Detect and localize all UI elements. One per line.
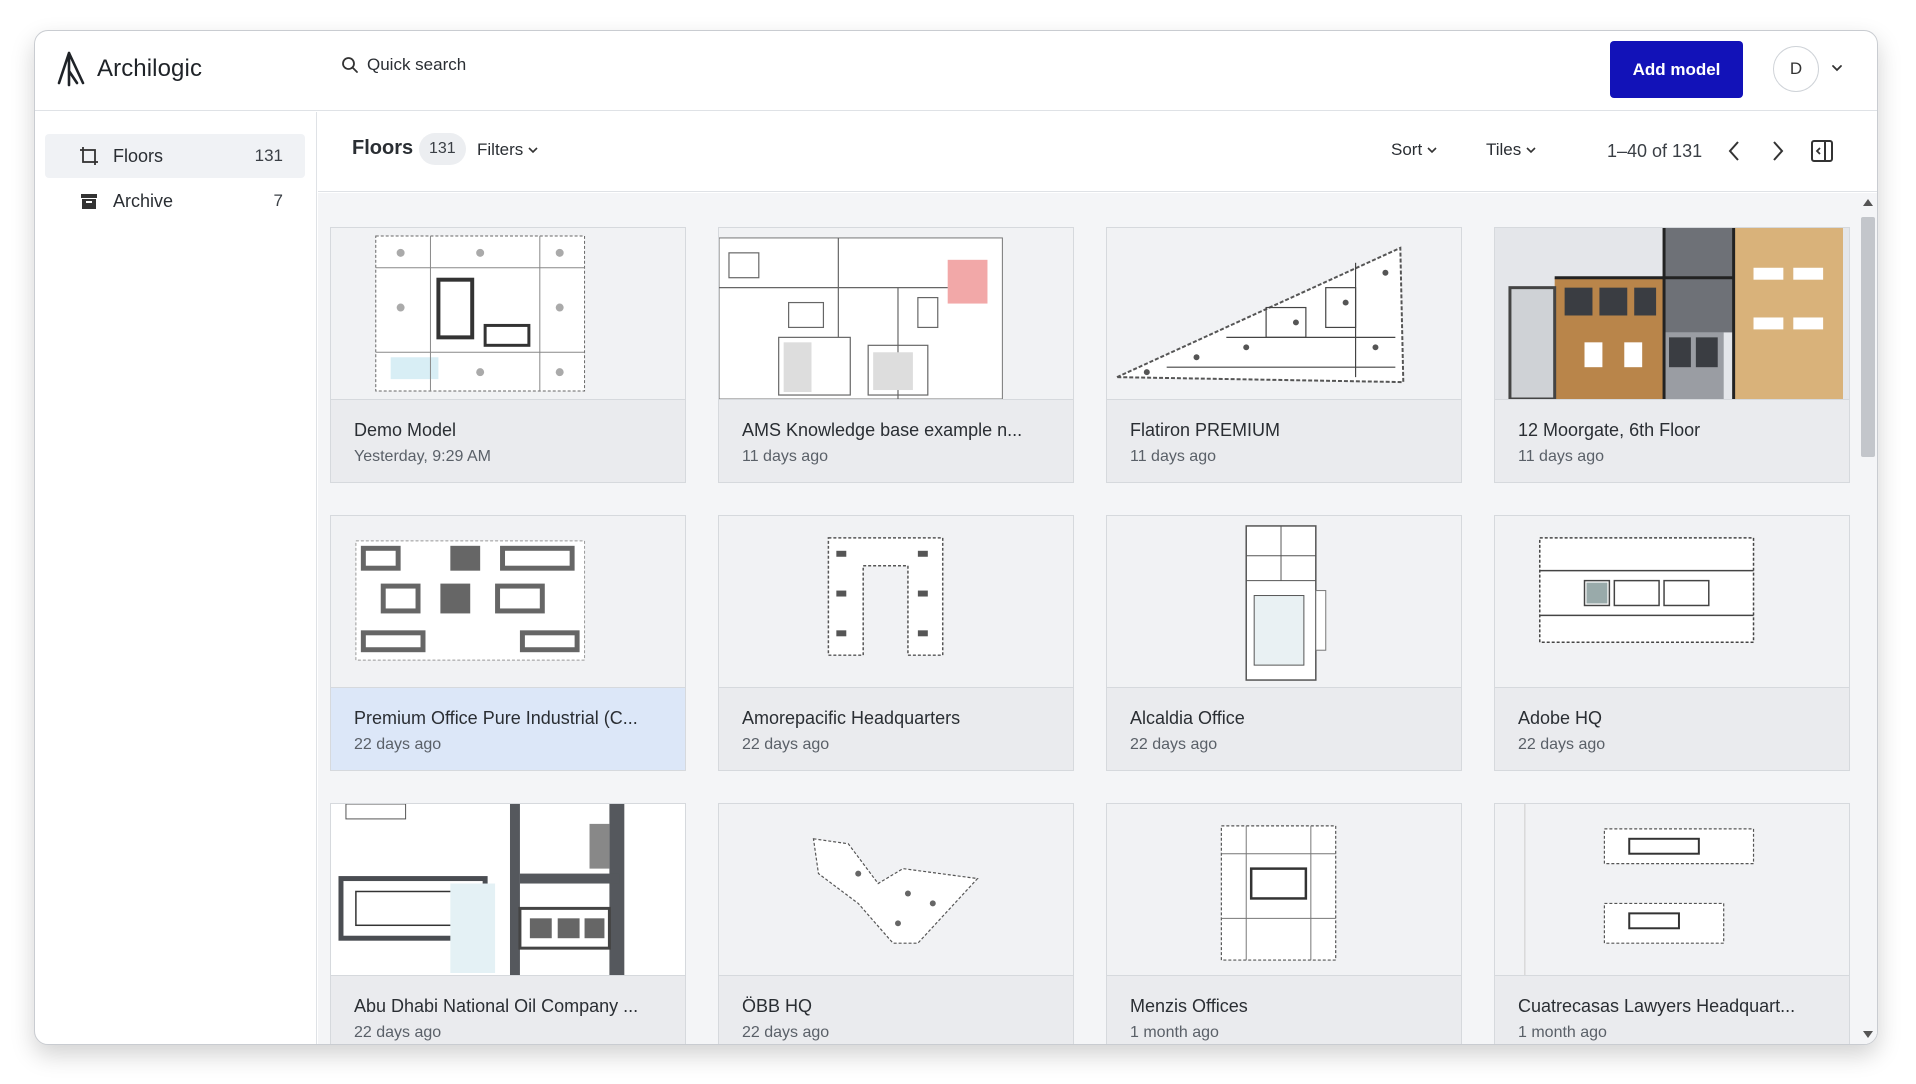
card-date: 11 days ago	[742, 448, 828, 465]
pagination-range: 1–40 of 131	[1607, 141, 1703, 161]
sort-dropdown[interactable]: Sort	[1391, 140, 1438, 160]
chevron-down-icon[interactable]	[1830, 61, 1844, 75]
card-title: Abu Dhabi National Oil Company ...	[354, 996, 639, 1016]
card-date: 11 days ago	[1518, 448, 1604, 465]
chevron-left-icon	[1728, 141, 1739, 161]
search-icon	[342, 57, 358, 73]
model-card[interactable]: 12 Moorgate, 6th Floor 11 days ago	[1494, 227, 1850, 483]
archilogic-logo-icon	[57, 51, 85, 87]
model-card[interactable]: Premium Office Pure Industrial (C... 22 d…	[330, 515, 686, 771]
card-title: 12 Moorgate, 6th Floor	[1518, 420, 1701, 440]
filters-dropdown[interactable]: Filters	[477, 140, 539, 160]
floor-plan-thumbnail	[331, 516, 685, 688]
floor-plan-thumbnail	[719, 228, 1073, 400]
sidebar: Floors 131 Archive 7	[35, 112, 317, 1044]
card-title: AMS Knowledge base example n...	[742, 420, 1023, 440]
view-mode-label: Tiles	[1486, 140, 1522, 159]
model-card[interactable]: ÖBB HQ 22 days ago	[718, 803, 1074, 1044]
chevron-down-icon	[1427, 147, 1437, 154]
sidebar-item-floors[interactable]: Floors 131	[45, 134, 305, 178]
page-title: Floors	[352, 137, 414, 159]
model-card[interactable]: Flatiron PREMIUM 11 days ago	[1106, 227, 1462, 483]
floor-plan-thumbnail	[331, 228, 685, 400]
previous-page-button[interactable]	[1719, 134, 1749, 168]
card-title: Flatiron PREMIUM	[1130, 420, 1281, 440]
card-date: 22 days ago	[354, 736, 442, 753]
model-card[interactable]: Alcaldia Office 22 days ago	[1106, 515, 1462, 771]
logo[interactable]: Archilogic	[57, 51, 202, 87]
quick-search[interactable]: Quick search	[341, 55, 466, 75]
card-title: Adobe HQ	[1518, 708, 1603, 728]
card-title: ÖBB HQ	[742, 996, 813, 1016]
card-title: Cuatrecasas Lawyers Headquart...	[1518, 996, 1796, 1016]
model-card[interactable]: Adobe HQ 22 days ago	[1494, 515, 1850, 771]
model-card[interactable]: Cuatrecasas Lawyers Headquart... 1 month …	[1494, 803, 1850, 1044]
model-card[interactable]: Amorepacific Headquarters 22 days ago	[718, 515, 1074, 771]
add-model-button[interactable]: Add model	[1610, 41, 1743, 98]
card-date: 22 days ago	[742, 736, 830, 753]
card-date: 22 days ago	[1518, 736, 1606, 753]
chevron-down-icon	[1526, 147, 1536, 154]
avatar[interactable]: D	[1773, 46, 1819, 92]
card-date: 1 month ago	[1518, 1024, 1607, 1041]
card-title: Amorepacific Headquarters	[742, 708, 961, 728]
card-date: 22 days ago	[354, 1024, 442, 1041]
floor-plan-thumbnail	[719, 804, 1073, 976]
scrollbar[interactable]	[1857, 193, 1877, 1044]
scroll-down-arrow-icon[interactable]	[1862, 1030, 1874, 1040]
floor-plan-thumbnail	[719, 516, 1073, 688]
app-window: Archilogic Quick search Add model D Floo…	[34, 30, 1878, 1045]
floor-plan-thumbnail	[1107, 228, 1461, 400]
card-title: Demo Model	[354, 420, 457, 440]
chevron-right-icon	[1773, 141, 1784, 161]
card-date: 11 days ago	[1130, 448, 1216, 465]
sidebar-item-label: Floors	[113, 145, 164, 166]
main-area: Floors 131 Filters Sort Tiles 1–40 of 13…	[318, 112, 1877, 1044]
floor-plan-thumbnail	[1495, 804, 1849, 976]
app-name: Archilogic	[97, 55, 203, 82]
filters-label: Filters	[477, 140, 524, 159]
scrollbar-thumb[interactable]	[1861, 217, 1875, 457]
floor-icon	[80, 147, 98, 165]
floor-plan-thumbnail	[1495, 516, 1849, 688]
count-badge: 131	[419, 133, 466, 165]
next-page-button[interactable]	[1763, 134, 1793, 168]
view-mode-dropdown[interactable]: Tiles	[1486, 140, 1537, 160]
floor-plan-thumbnail	[1107, 516, 1461, 688]
floor-plan-thumbnail	[1495, 228, 1849, 400]
sidebar-item-count: 131	[254, 146, 283, 165]
scroll-up-arrow-icon[interactable]	[1862, 197, 1874, 207]
top-bar: Archilogic Quick search Add model D	[35, 31, 1877, 111]
card-title: Premium Office Pure Industrial (C...	[354, 708, 638, 728]
chevron-down-icon	[528, 147, 538, 154]
floor-plan-thumbnail	[331, 804, 685, 976]
sidebar-item-label: Archive	[113, 190, 174, 211]
sort-label: Sort	[1391, 140, 1423, 159]
search-placeholder: Quick search	[367, 55, 467, 74]
model-card[interactable]: Abu Dhabi National Oil Company ... 22 day…	[330, 803, 686, 1044]
card-date: 22 days ago	[1130, 736, 1218, 753]
archive-icon	[81, 194, 97, 209]
card-date: 22 days ago	[742, 1024, 830, 1041]
toolbar: Floors 131 Filters Sort Tiles 1–40 of 13…	[318, 112, 1877, 192]
card-date: Yesterday, 9:29 AM	[354, 448, 491, 465]
card-title: Menzis Offices	[1130, 996, 1248, 1016]
floor-plan-thumbnail	[1107, 804, 1461, 976]
toggle-panel-icon[interactable]	[1810, 139, 1834, 163]
model-card[interactable]: Demo Model Yesterday, 9:29 AM	[330, 227, 686, 483]
card-title: Alcaldia Office	[1130, 708, 1245, 728]
model-card[interactable]: AMS Knowledge base example n... 11 days a…	[718, 227, 1074, 483]
sidebar-item-archive[interactable]: Archive 7	[45, 179, 305, 223]
model-card[interactable]: Menzis Offices 1 month ago	[1106, 803, 1462, 1044]
sidebar-item-count: 7	[273, 191, 283, 210]
card-date: 1 month ago	[1130, 1024, 1219, 1041]
model-grid: Demo Model Yesterday, 9:29 AM AMS Knowled…	[318, 193, 1877, 1044]
